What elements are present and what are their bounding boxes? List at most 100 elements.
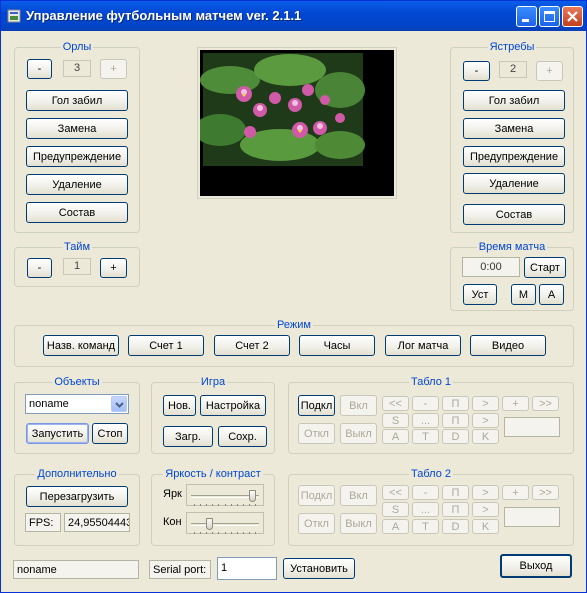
board2-on-button[interactable]: Вкл [340,485,377,506]
hawks-plus-button[interactable]: + [536,61,563,81]
hawks-minus-button[interactable]: - [463,61,490,81]
mode-video-button[interactable]: Видео [470,335,546,356]
contrast-thumb[interactable] [206,518,213,530]
mode-team-names-button[interactable]: Назв. команд [43,335,119,356]
eagles-removal-button[interactable]: Удаление [26,174,128,195]
slider-tick [231,504,232,506]
slider-tick [231,532,232,534]
mode-a-button[interactable]: A [539,284,564,305]
board1-d-button[interactable]: D [442,429,469,444]
objects-select[interactable]: noname [25,394,129,414]
board1-s-button[interactable]: S [382,413,409,428]
set-serial-button[interactable]: Установить [283,558,355,579]
hawks-removal-button[interactable]: Удаление [463,173,565,194]
half-plus-button[interactable]: + [100,258,127,278]
board1-plus-button[interactable]: + [502,396,529,411]
board2-a-button[interactable]: A [382,519,409,534]
board1-connect-button[interactable]: Подкл [298,395,335,416]
exit-button[interactable]: Выход [500,554,572,578]
hawks-warning-button[interactable]: Предупреждение [463,146,565,167]
board1-a-button[interactable]: A [382,429,409,444]
board1-minus-button[interactable]: - [412,396,439,411]
mode-m-button[interactable]: M [511,284,536,305]
board2-p-button[interactable]: П [442,502,469,517]
dropdown-button[interactable] [111,396,127,412]
title-bar[interactable]: Управление футбольным матчем ver. 2.1.1 [1,1,586,31]
video-preview-frame [194,47,397,199]
maximize-button[interactable] [539,6,560,27]
slider-tick [212,532,213,534]
mode-clock-button[interactable]: Часы [299,335,375,356]
mode-match-log-button[interactable]: Лог матча [385,335,461,356]
board1-k-button[interactable]: K [472,429,499,444]
brightness-title: Яркость / контраст [163,468,263,480]
extra-title: Дополнительно [35,468,119,480]
board2-t-button[interactable]: T [412,519,439,534]
board1-first-button[interactable]: << [382,396,409,411]
game-settings-button[interactable]: Настройка [200,395,266,416]
board2-d-button[interactable]: D [442,519,469,534]
board2-text-input[interactable] [504,507,560,527]
board2-next-button[interactable]: > [472,485,499,500]
board2-minus-button[interactable]: - [412,485,439,500]
game-save-button[interactable]: Сохр. [218,426,267,447]
start-button[interactable]: Старт [524,257,566,278]
slider-tick [206,504,207,506]
eagles-substitution-button[interactable]: Замена [26,118,128,139]
board1-text-input[interactable] [504,417,560,437]
board1-last-button[interactable]: >> [532,396,559,411]
board2-s-button[interactable]: S [382,502,409,517]
brightness-slider[interactable] [186,484,264,506]
restart-button[interactable]: Перезагрузить [26,486,128,507]
serial-port-input[interactable]: 1 [217,557,277,580]
minimize-button[interactable] [516,6,537,27]
board2-last-button[interactable]: >> [532,485,559,500]
board2-pause-button[interactable]: П [442,485,469,500]
brightness-thumb[interactable] [249,490,256,502]
board1-p-button[interactable]: П [442,413,469,428]
half-minus-button[interactable]: - [27,258,52,278]
close-button[interactable] [562,6,583,27]
slider-tick [237,532,238,534]
board2-k-button[interactable]: K [472,519,499,534]
board2-forward-button[interactable]: > [472,502,499,517]
board1-title: Табло 1 [409,376,453,388]
mode-score1-button[interactable]: Счет 1 [128,335,204,356]
board1-t-button[interactable]: T [412,429,439,444]
video-preview-image [194,50,394,196]
stop-button[interactable]: Стоп [92,423,128,444]
board2-connect-button[interactable]: Подкл [298,485,335,506]
board2-first-button[interactable]: << [382,485,409,500]
board2-dots-button[interactable]: ... [412,502,439,517]
eagles-plus-button[interactable]: + [100,59,127,79]
run-button[interactable]: Запустить [26,423,89,444]
board1-forward-button[interactable]: > [472,413,499,428]
board2-disconnect-button[interactable]: Откл [298,513,335,534]
contrast-slider[interactable] [186,512,264,534]
game-new-button[interactable]: Нов. [163,395,196,416]
slider-tick [200,504,201,506]
game-title: Игра [198,376,228,388]
hawks-goal-button[interactable]: Гол забил [463,90,565,111]
eagles-warning-button[interactable]: Предупреждение [26,146,128,167]
board1-pause-button[interactable]: П [442,396,469,411]
slider-tick [194,504,195,506]
board1-off-button[interactable]: Выкл [340,423,377,444]
slider-tick [218,532,219,534]
set-time-button[interactable]: Уст [463,284,497,305]
hawks-substitution-button[interactable]: Замена [463,118,565,139]
eagles-minus-button[interactable]: - [27,59,52,79]
board2-off-button[interactable]: Выкл [340,513,377,534]
board1-dots-button[interactable]: ... [412,413,439,428]
eagles-squad-button[interactable]: Состав [26,202,128,223]
board1-disconnect-button[interactable]: Откл [298,423,335,444]
slider-tick [200,532,201,534]
hawks-squad-button[interactable]: Состав [463,204,565,225]
slider-tick [255,504,256,506]
board1-next-button[interactable]: > [472,396,499,411]
board1-on-button[interactable]: Вкл [340,395,377,416]
board2-plus-button[interactable]: + [502,485,529,500]
eagles-goal-button[interactable]: Гол забил [26,90,128,111]
game-load-button[interactable]: Загр. [163,426,213,447]
mode-score2-button[interactable]: Счет 2 [214,335,290,356]
